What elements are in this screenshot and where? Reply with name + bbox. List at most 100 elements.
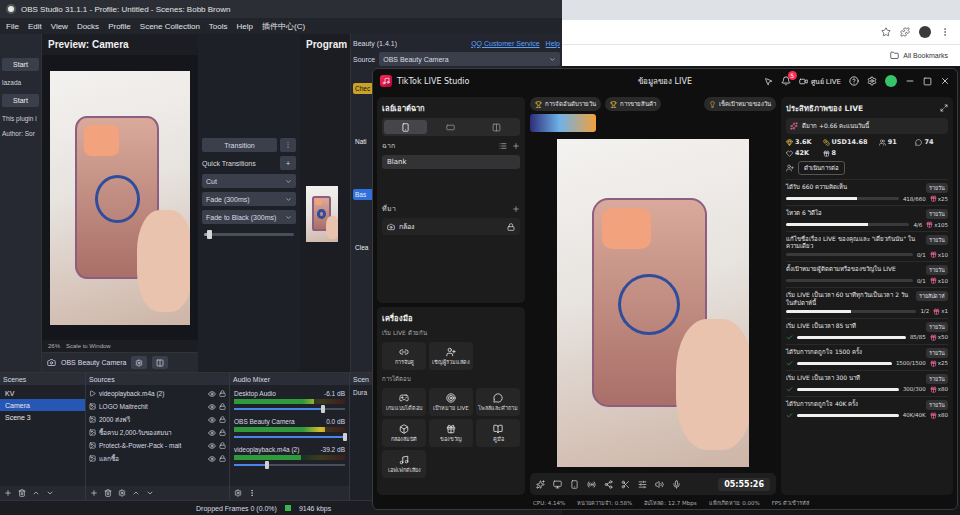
tool-tile[interactable]: ของขวัญ: [429, 419, 473, 447]
zoom-level[interactable]: 26%: [48, 343, 60, 349]
menu-icon[interactable]: [940, 27, 950, 37]
toolbar-icon[interactable]: [655, 480, 664, 489]
plus-icon[interactable]: [90, 489, 98, 497]
menu-item[interactable]: Edit: [28, 22, 42, 31]
transition-select[interactable]: Fade (300ms): [202, 192, 296, 206]
slider-handle[interactable]: [207, 230, 212, 239]
lock-icon[interactable]: [507, 223, 515, 231]
gear-icon[interactable]: [118, 489, 126, 497]
scale-mode[interactable]: Scale to Window: [66, 343, 111, 349]
live-timer[interactable]: 05:55:26: [718, 478, 770, 491]
add-transition-button[interactable]: +: [280, 156, 296, 170]
help-icon[interactable]: [849, 76, 859, 86]
source-item[interactable]: videoplayback.m4a (2): [86, 387, 229, 400]
volume-slider[interactable]: [234, 464, 345, 466]
t-bar-slider[interactable]: [204, 233, 294, 236]
menu-item[interactable]: Profile: [108, 22, 131, 31]
profile-avatar[interactable]: [919, 26, 931, 38]
start-button[interactable]: Start: [2, 94, 39, 107]
source-item[interactable]: กล้อง: [382, 218, 520, 235]
source-item[interactable]: แลกซื้อ: [86, 452, 229, 465]
transition-menu-button[interactable]: ⋮: [280, 138, 296, 152]
goal-chip[interactable]: เช็คเป้าหมายของวัน: [704, 97, 776, 111]
toolbar-icon[interactable]: [570, 480, 579, 489]
menu-item[interactable]: File: [6, 22, 19, 31]
link[interactable]: QQ Customer Service: [471, 40, 539, 47]
transition-select[interactable]: Cut: [202, 174, 296, 188]
orientation-option[interactable]: [384, 120, 427, 134]
tool-tile[interactable]: คู่มือ: [476, 419, 520, 447]
lock-icon[interactable]: [219, 390, 226, 397]
toolbar-icon[interactable]: [536, 480, 545, 489]
source-select[interactable]: OBS Beauty Camera: [379, 52, 560, 66]
top-chip[interactable]: การจัดอันดับรายวัน: [530, 97, 601, 111]
plus-icon[interactable]: [512, 142, 520, 150]
toolbar-icon[interactable]: [621, 480, 630, 489]
menu-item[interactable]: View: [51, 22, 68, 31]
chevron-up-icon[interactable]: [32, 489, 40, 497]
eye-icon[interactable]: [208, 390, 216, 398]
maximize-icon[interactable]: [923, 77, 932, 86]
live-info-title[interactable]: ข้อมูลของ LIVE: [638, 75, 692, 88]
trash-icon[interactable]: [104, 489, 112, 497]
scene-item[interactable]: Camera: [0, 399, 85, 411]
bookmark-star-icon[interactable]: [881, 27, 891, 37]
eye-icon[interactable]: [208, 403, 216, 411]
continue-button[interactable]: ดำเนินการต่อ: [798, 161, 845, 175]
volume-handle[interactable]: [321, 405, 325, 413]
score-chip[interactable]: ดีมาก +0.66 คะแนนวันนี้: [786, 118, 948, 134]
toolbar-icon[interactable]: [672, 480, 681, 489]
volume-handle[interactable]: [265, 461, 269, 469]
tool-tile[interactable]: เกมแบบโต้ตอบ: [382, 388, 426, 416]
promo-banner-image[interactable]: [530, 114, 596, 132]
volume-slider[interactable]: [234, 436, 345, 438]
eye-icon[interactable]: [208, 442, 216, 450]
menu-item[interactable]: Docks: [77, 22, 99, 31]
extensions-icon[interactable]: [900, 27, 910, 37]
trash-icon[interactable]: [18, 489, 26, 497]
menu-item[interactable]: Tools: [209, 22, 228, 31]
all-bookmarks[interactable]: All Bookmarks: [903, 52, 948, 59]
properties-button[interactable]: [131, 356, 147, 369]
chevron-down-icon[interactable]: [46, 489, 54, 497]
notifications[interactable]: 5: [781, 76, 791, 86]
transition-select[interactable]: Fade to Black (300ms): [202, 210, 296, 224]
link[interactable]: Help: [546, 40, 560, 47]
eye-icon[interactable]: [208, 429, 216, 437]
more-icon[interactable]: [248, 489, 256, 497]
tool-tile[interactable]: เชิญผู้ร่วมแสดง: [429, 342, 473, 370]
tool-tile[interactable]: เอฟเฟกต์เสียง: [382, 450, 426, 478]
chevron-down-icon[interactable]: [146, 489, 154, 497]
lock-icon[interactable]: [219, 442, 226, 449]
plus-icon[interactable]: [512, 205, 520, 213]
transition-button[interactable]: Transition: [202, 138, 277, 152]
scene-item[interactable]: Scene 3: [0, 411, 85, 423]
tool-tile[interactable]: โพลล์และคำถาม: [476, 388, 520, 416]
source-item[interactable]: 2000 ส่งฟรี: [86, 413, 229, 426]
start-button[interactable]: Start: [2, 58, 39, 71]
source-item[interactable]: LOGO Maitrechit: [86, 400, 229, 413]
eye-icon[interactable]: [208, 455, 216, 463]
chevron-up-icon[interactable]: [132, 489, 140, 497]
preview-canvas[interactable]: [42, 55, 198, 340]
tool-tile[interactable]: เป้าหมาย LIVE: [429, 388, 473, 416]
volume-slider[interactable]: [234, 408, 345, 410]
close-icon[interactable]: [940, 76, 950, 86]
source-item[interactable]: ซื้อครบ 2,000-รับของสมนา: [86, 426, 229, 439]
minimize-icon[interactable]: [905, 76, 915, 86]
scene-item[interactable]: Blank: [382, 155, 520, 169]
scene-item[interactable]: KV: [0, 387, 85, 399]
gear-icon[interactable]: [234, 489, 242, 497]
live-center[interactable]: ศูนย์ LIVE: [799, 76, 841, 87]
expand-icon[interactable]: [940, 104, 948, 112]
eye-icon[interactable]: [208, 416, 216, 424]
lock-icon[interactable]: [219, 416, 226, 423]
profile-avatar[interactable]: [885, 75, 897, 87]
lock-icon[interactable]: [219, 455, 226, 462]
lock-icon[interactable]: [219, 403, 226, 410]
source-item[interactable]: Protect-&-Power-Pack - mait: [86, 439, 229, 452]
toolbar-icon[interactable]: [553, 480, 562, 489]
orientation-option[interactable]: [429, 120, 472, 134]
toolbar-icon[interactable]: [604, 480, 613, 489]
tool-tile[interactable]: กล่องสมบัติ: [382, 419, 426, 447]
